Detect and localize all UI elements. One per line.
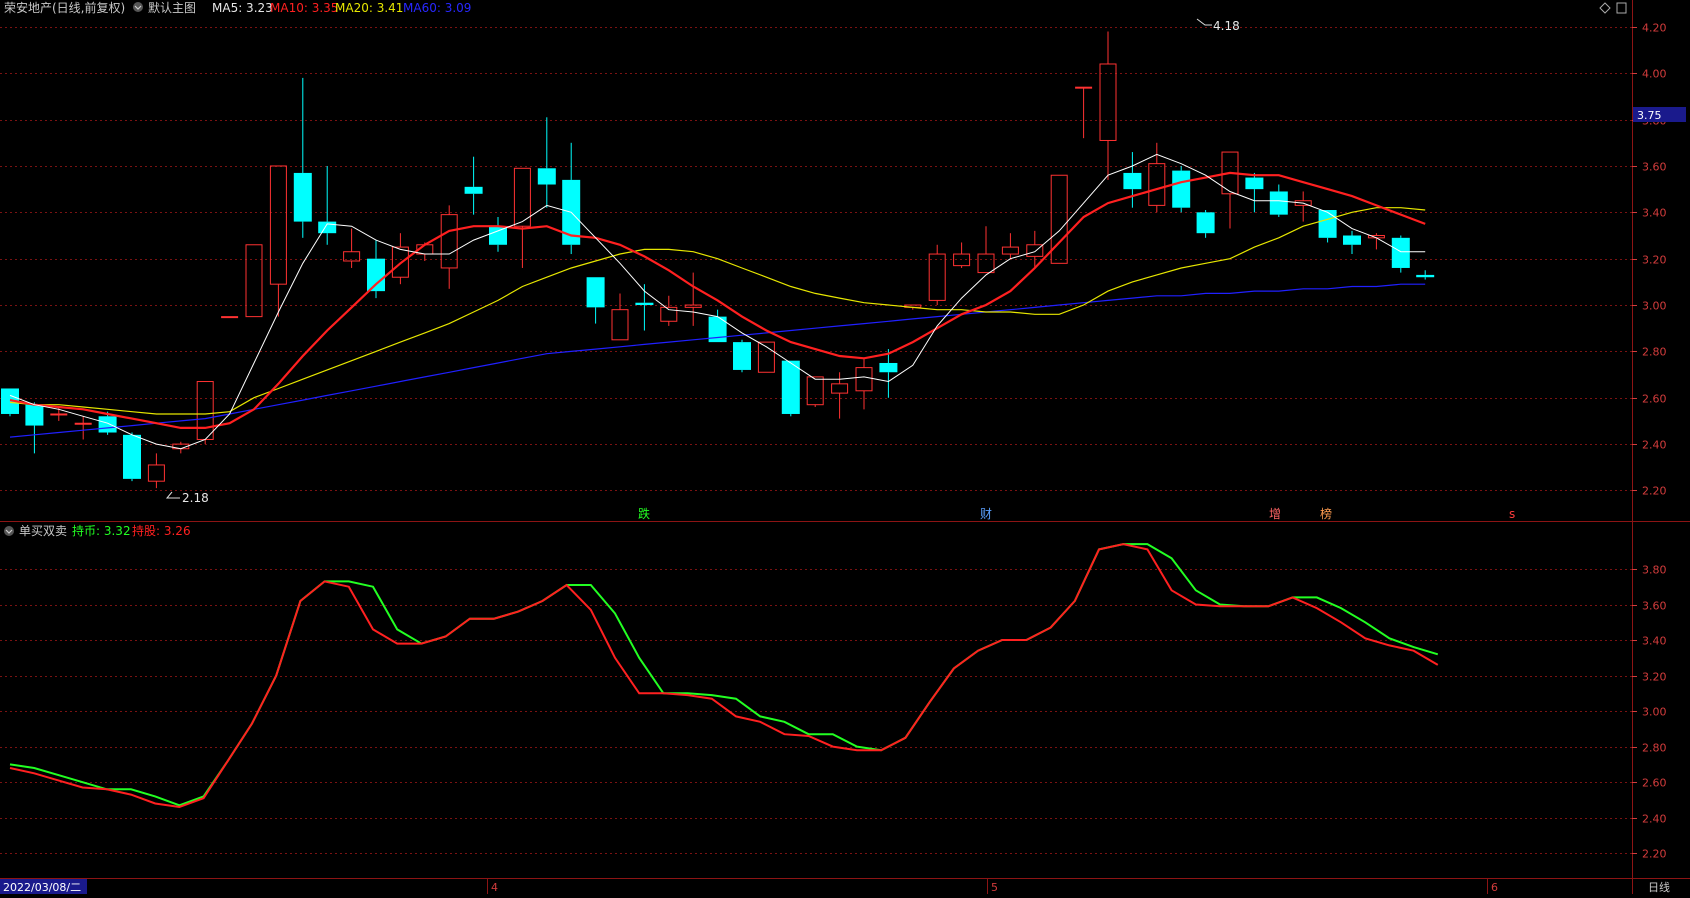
ma5-legend: MA5: 3.23	[212, 1, 273, 15]
candle	[221, 316, 239, 319]
candle-body	[293, 172, 312, 222]
stock-chart[interactable]: 2.20 2.40 2.60 2.80 3.00 3.20 3.40 3.60 3.80 4.00…	[0, 0, 1690, 894]
axis-tick-label: 2.20	[1642, 485, 1667, 498]
sub-indicator-name[interactable]: 单买双卖	[19, 524, 67, 538]
axis-tick-label: 3.60	[1642, 161, 1667, 174]
candle	[733, 339, 751, 373]
axis-tick-label: 3.80	[1642, 564, 1667, 577]
candle	[1318, 210, 1337, 243]
low-label: 2.18	[182, 491, 209, 505]
ma10-legend: MA10: 3.35	[270, 1, 338, 15]
axis-tick-label: 3.20	[1642, 254, 1667, 267]
candle-body	[1123, 172, 1142, 190]
axis-tick-label: 3.40	[1642, 635, 1667, 648]
month-5-label: 5	[991, 881, 998, 894]
axis-tick-label: 2.60	[1642, 393, 1667, 406]
chart-background	[0, 0, 1690, 894]
candle-body	[1391, 237, 1410, 268]
event-cai-marker[interactable]: 财	[980, 507, 992, 521]
candle-body	[74, 422, 92, 425]
candle-body	[318, 221, 337, 234]
candle-body	[1269, 191, 1288, 215]
date-label: 2022/03/08/二	[3, 881, 81, 894]
candle-body	[1172, 170, 1191, 208]
candle-body	[50, 413, 68, 416]
month-6-label: 6	[1491, 881, 1498, 894]
candle-body	[464, 186, 483, 194]
event-die-marker[interactable]: 跌	[638, 506, 650, 521]
candle-body	[879, 362, 898, 373]
high-label: 4.18	[1213, 19, 1240, 33]
axis-tick-label: 2.20	[1642, 848, 1667, 861]
axis-tick-label: 3.40	[1642, 207, 1667, 220]
candle-body	[25, 404, 44, 426]
current-price-badge: 3.75	[1633, 107, 1686, 122]
collapse-main-icon[interactable]	[133, 2, 143, 12]
period-label[interactable]: 日线	[1648, 880, 1670, 894]
candle-body	[586, 277, 605, 308]
candle-body	[1245, 177, 1264, 190]
axis-tick-label: 3.60	[1642, 600, 1667, 613]
main-indicator-name[interactable]: 默认主图	[148, 0, 196, 15]
candle-body	[367, 258, 385, 292]
ma60-legend: MA60: 3.09	[403, 1, 471, 15]
candle	[781, 360, 800, 417]
month-4-label: 4	[491, 881, 498, 894]
candle	[123, 432, 141, 482]
candle-body	[635, 302, 654, 306]
candle-body	[1343, 235, 1361, 245]
axis-tick-label: 2.60	[1642, 777, 1667, 790]
collapse-sub-icon[interactable]	[4, 526, 14, 536]
event-s-marker[interactable]: s	[1509, 507, 1515, 521]
axis-tick-label: 2.40	[1642, 813, 1667, 826]
candle-body	[1075, 86, 1093, 89]
axis-tick-label: 2.80	[1642, 742, 1667, 755]
candle-body	[221, 316, 239, 319]
candle-body	[1196, 212, 1215, 234]
main-header: 荣安地产(日线,前复权) 默认主图 MA5: 3.23 MA10: 3.35 M…	[4, 0, 471, 15]
axis-tick-label: 2.80	[1642, 346, 1667, 359]
hold-stock-legend: 持股: 3.26	[132, 523, 191, 538]
event-bang-marker[interactable]: 榜	[1320, 506, 1332, 521]
candle-body	[781, 360, 800, 414]
candle-body	[537, 168, 556, 185]
axis-tick-label: 3.00	[1642, 300, 1667, 313]
stock-title[interactable]: 荣安地产(日线,前复权)	[4, 0, 125, 15]
sub-header: 单买双卖 持币: 3.32 持股: 3.26	[4, 523, 191, 538]
ma20-legend: MA20: 3.41	[335, 1, 403, 15]
axis-tick-label: 2.40	[1642, 439, 1667, 452]
candle-body	[1318, 210, 1337, 238]
candle-body	[123, 434, 141, 479]
hold-coin-legend: 持币: 3.32	[72, 523, 131, 538]
axis-tick-label: 4.20	[1642, 22, 1667, 35]
candle-body	[733, 342, 751, 370]
axis-tick-label: 3.00	[1642, 706, 1667, 719]
event-zeng-marker[interactable]: 增	[1269, 507, 1281, 521]
candle	[1172, 165, 1191, 213]
candle-body	[98, 416, 117, 433]
axis-tick-label: 4.00	[1642, 68, 1667, 81]
axis-tick-label: 3.20	[1642, 671, 1667, 684]
svg-text:3.75: 3.75	[1637, 109, 1662, 122]
candle-body	[1416, 274, 1435, 278]
candle	[1391, 235, 1410, 273]
